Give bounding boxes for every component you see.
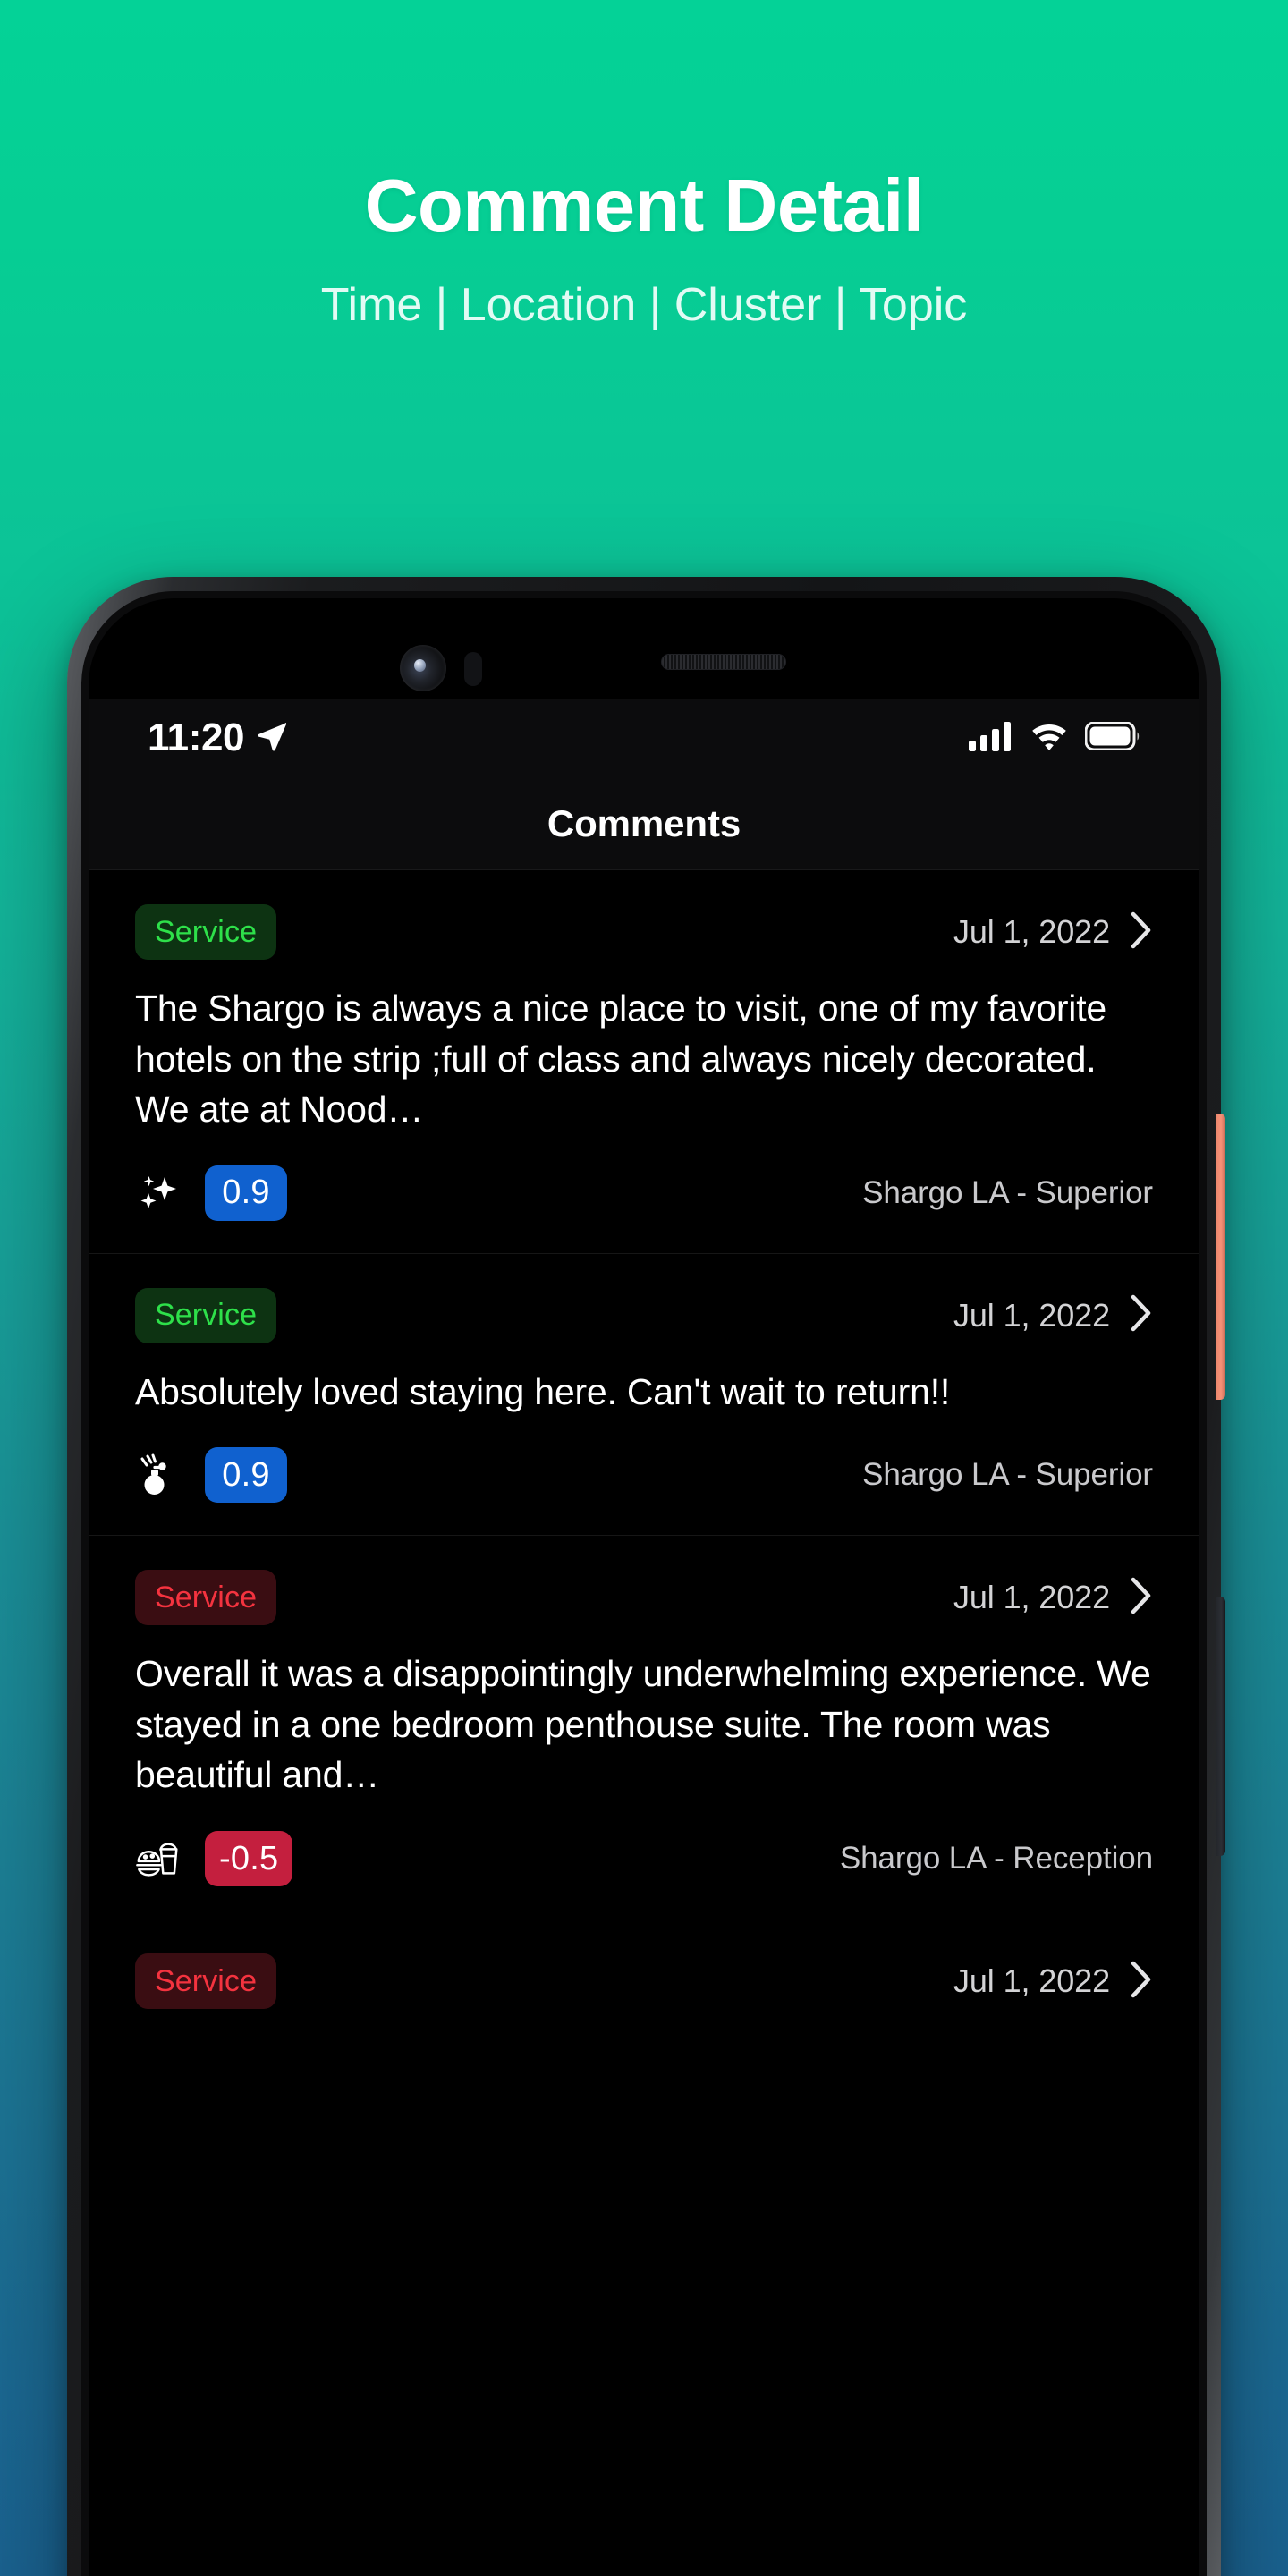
nav-title: Comments xyxy=(547,801,741,844)
comment-location: Shargo LA - Reception xyxy=(839,1841,1153,1877)
phone-bezel: 11:20 Comments Service Jul 1, 2022 The S… xyxy=(81,591,1207,2576)
comment-card[interactable]: Service Jul 1, 2022 xyxy=(89,1536,1199,1920)
comment-location: Shargo LA - Superior xyxy=(862,1457,1153,1493)
topic-badge[interactable]: Service xyxy=(135,1287,277,1343)
status-time: 11:20 xyxy=(148,716,245,759)
volume-button[interactable] xyxy=(1216,1597,1225,1856)
page-title: Comment Detail xyxy=(364,164,924,247)
sentiment-score-badge[interactable]: 0.9 xyxy=(205,1165,287,1221)
sentiment-score-badge[interactable]: -0.5 xyxy=(205,1831,293,1887)
comment-date-disclosure[interactable]: Jul 1, 2022 xyxy=(953,1293,1153,1337)
comment-date: Jul 1, 2022 xyxy=(953,1962,1110,2000)
comment-card-header: Service Jul 1, 2022 xyxy=(135,1287,1153,1343)
comment-card[interactable]: Service Jul 1, 2022 xyxy=(89,1919,1199,2064)
comment-card[interactable]: Service Jul 1, 2022 xyxy=(89,1254,1199,1537)
comment-body: The Shargo is always a nice place to vis… xyxy=(135,987,1107,1131)
ambient-sensor-icon xyxy=(464,652,482,686)
comment-card-footer: 0.9 Shargo LA - Superior xyxy=(135,1445,1153,1504)
location-arrow-icon xyxy=(255,719,289,758)
comment-card-header: Service Jul 1, 2022 xyxy=(135,1570,1153,1626)
chevron-right-icon xyxy=(1130,1960,1153,2004)
phone-screen: 11:20 Comments Service Jul 1, 2022 The S… xyxy=(89,598,1199,2576)
promo-text-block: Comment Detail Time | Location | Cluster… xyxy=(0,0,1288,328)
comment-metrics: 0.9 xyxy=(135,1165,287,1221)
comment-list[interactable]: Service Jul 1, 2022 The Shargo is always… xyxy=(89,870,1199,2576)
phone-device-frame: 11:20 Comments Service Jul 1, 2022 The S… xyxy=(67,577,1225,2576)
burger-meal-icon xyxy=(135,1835,183,1883)
comment-metrics: -0.5 xyxy=(135,1831,293,1887)
comment-card-footer: 0.9 Shargo LA - Superior xyxy=(135,1164,1153,1223)
chevron-right-icon xyxy=(1130,911,1153,954)
comment-card-header: Service Jul 1, 2022 xyxy=(135,904,1153,960)
page-subtitle: Time | Location | Cluster | Topic xyxy=(320,279,968,331)
cellular-bars-icon xyxy=(969,721,1013,756)
status-bar: 11:20 xyxy=(89,699,1199,777)
status-bar-right xyxy=(969,721,1140,756)
status-bar-left: 11:20 xyxy=(148,716,289,760)
comment-date-disclosure[interactable]: Jul 1, 2022 xyxy=(953,1960,1153,2004)
topic-badge[interactable]: Service xyxy=(135,1953,277,2010)
battery-full-icon xyxy=(1084,721,1140,755)
comment-date: Jul 1, 2022 xyxy=(953,1296,1110,1334)
comment-date: Jul 1, 2022 xyxy=(953,913,1110,950)
comment-body: Overall it was a disappointingly underwh… xyxy=(135,1653,1151,1796)
spray-bottle-icon xyxy=(135,1451,183,1499)
earpiece-speaker-icon xyxy=(661,654,786,670)
wifi-icon xyxy=(1029,721,1070,756)
comment-metrics: 0.9 xyxy=(135,1447,287,1504)
comment-location: Shargo LA - Superior xyxy=(862,1174,1153,1210)
front-camera-icon xyxy=(400,645,446,691)
comment-body: Absolutely loved staying here. Can't wai… xyxy=(135,1370,951,1412)
app-viewport: 11:20 Comments Service Jul 1, 2022 The S… xyxy=(89,699,1199,2576)
comment-date-disclosure[interactable]: Jul 1, 2022 xyxy=(953,1576,1153,1620)
topic-badge[interactable]: Service xyxy=(135,904,277,960)
topic-badge[interactable]: Service xyxy=(135,1570,277,1626)
power-button[interactable] xyxy=(1216,1114,1225,1400)
promo-stage: Comment Detail Time | Location | Cluster… xyxy=(0,0,1288,2576)
sparkles-icon xyxy=(135,1169,183,1217)
phone-sensor-row xyxy=(89,641,1199,704)
sentiment-score-badge[interactable]: 0.9 xyxy=(205,1447,287,1504)
chevron-right-icon xyxy=(1130,1293,1153,1337)
comment-date-disclosure[interactable]: Jul 1, 2022 xyxy=(953,911,1153,954)
navigation-bar: Comments xyxy=(89,777,1199,870)
comment-date: Jul 1, 2022 xyxy=(953,1579,1110,1616)
comment-card-header: Service Jul 1, 2022 xyxy=(135,1953,1153,2010)
comment-card[interactable]: Service Jul 1, 2022 xyxy=(89,870,1199,1254)
comment-card-footer: -0.5 Shargo LA - Reception xyxy=(135,1829,1153,1888)
chevron-right-icon xyxy=(1130,1576,1153,1620)
